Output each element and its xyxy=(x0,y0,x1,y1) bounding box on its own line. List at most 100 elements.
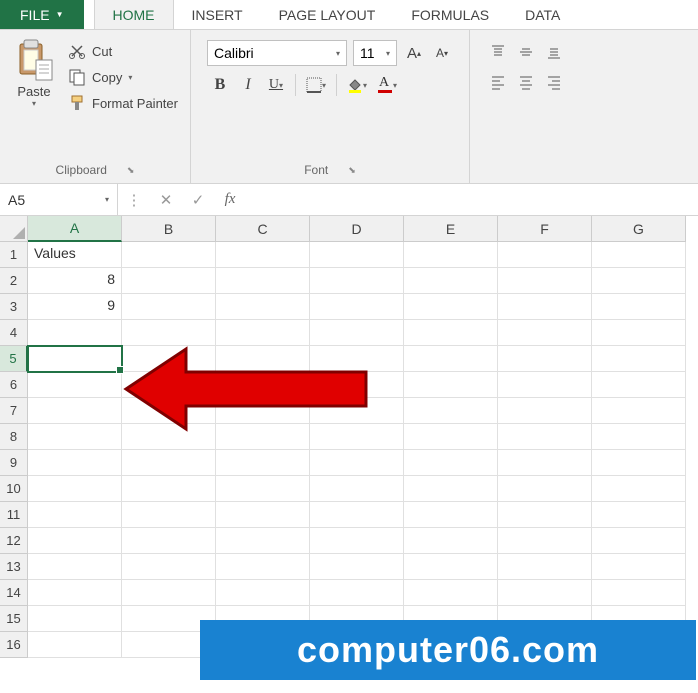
cell-a3[interactable]: 9 xyxy=(28,294,122,320)
borders-button[interactable]: ▾ xyxy=(302,72,330,98)
tab-home[interactable]: HOME xyxy=(94,0,174,29)
cell[interactable] xyxy=(216,268,310,294)
cell[interactable] xyxy=(216,242,310,268)
cell[interactable] xyxy=(310,372,404,398)
cell[interactable] xyxy=(216,294,310,320)
cell[interactable] xyxy=(28,398,122,424)
cell[interactable] xyxy=(216,502,310,528)
row-header[interactable]: 16 xyxy=(0,632,28,658)
font-color-button[interactable]: A ▾ xyxy=(373,72,401,98)
paste-button[interactable]: Paste ▾ xyxy=(8,34,64,161)
fill-color-button[interactable]: ▾ xyxy=(343,72,371,98)
formula-input[interactable] xyxy=(246,184,698,215)
cell[interactable] xyxy=(404,372,498,398)
font-name-combo[interactable]: Calibri ▾ xyxy=(207,40,347,66)
select-all-button[interactable] xyxy=(0,216,28,242)
bold-button[interactable]: B xyxy=(207,72,233,98)
cell[interactable] xyxy=(498,398,592,424)
cell[interactable] xyxy=(498,268,592,294)
cell[interactable] xyxy=(28,372,122,398)
align-center-button[interactable] xyxy=(514,70,538,94)
cell[interactable] xyxy=(404,268,498,294)
cell[interactable] xyxy=(404,294,498,320)
cancel-edit-button[interactable]: ✕ xyxy=(150,184,182,215)
format-painter-button[interactable]: Format Painter xyxy=(64,92,182,114)
copy-button[interactable]: Copy ▾ xyxy=(64,66,182,88)
increase-font-button[interactable]: A▴ xyxy=(403,40,425,66)
cell[interactable] xyxy=(28,528,122,554)
cell[interactable] xyxy=(122,268,216,294)
cell[interactable] xyxy=(592,398,686,424)
cell[interactable] xyxy=(404,528,498,554)
cell[interactable] xyxy=(498,476,592,502)
cell[interactable] xyxy=(310,320,404,346)
cell[interactable] xyxy=(498,346,592,372)
col-header-f[interactable]: F xyxy=(498,216,592,242)
col-header-g[interactable]: G xyxy=(592,216,686,242)
row-header[interactable]: 14 xyxy=(0,580,28,606)
row-header[interactable]: 2 xyxy=(0,268,28,294)
cell[interactable] xyxy=(592,580,686,606)
cell[interactable] xyxy=(216,372,310,398)
cell[interactable] xyxy=(122,528,216,554)
cell[interactable] xyxy=(498,372,592,398)
cell[interactable] xyxy=(404,502,498,528)
cell[interactable] xyxy=(498,294,592,320)
row-header[interactable]: 10 xyxy=(0,476,28,502)
cell[interactable] xyxy=(28,580,122,606)
cell[interactable] xyxy=(216,580,310,606)
cell[interactable] xyxy=(498,502,592,528)
row-header[interactable]: 11 xyxy=(0,502,28,528)
row-header[interactable]: 6 xyxy=(0,372,28,398)
cell[interactable] xyxy=(216,450,310,476)
cell[interactable] xyxy=(216,346,310,372)
cell[interactable] xyxy=(498,320,592,346)
cell[interactable] xyxy=(404,580,498,606)
cell[interactable] xyxy=(592,346,686,372)
insert-function-button[interactable]: fx xyxy=(214,184,246,215)
tab-file[interactable]: FILE ▼ xyxy=(0,0,84,29)
cell[interactable] xyxy=(592,528,686,554)
font-size-combo[interactable]: 11 ▾ xyxy=(353,40,397,66)
name-box[interactable]: A5 ▾ xyxy=(0,184,118,215)
cell[interactable] xyxy=(498,242,592,268)
col-header-e[interactable]: E xyxy=(404,216,498,242)
cell[interactable] xyxy=(122,424,216,450)
cell[interactable] xyxy=(28,502,122,528)
col-header-c[interactable]: C xyxy=(216,216,310,242)
cell[interactable] xyxy=(404,554,498,580)
row-header[interactable]: 15 xyxy=(0,606,28,632)
col-header-a[interactable]: A xyxy=(28,216,122,242)
confirm-edit-button[interactable]: ✓ xyxy=(182,184,214,215)
align-left-button[interactable] xyxy=(486,70,510,94)
cell[interactable] xyxy=(592,476,686,502)
font-launcher[interactable]: ⬊ xyxy=(348,165,356,176)
cell[interactable] xyxy=(310,450,404,476)
tab-formulas[interactable]: FORMULAS xyxy=(393,0,507,29)
cell[interactable] xyxy=(28,632,122,658)
align-top-button[interactable] xyxy=(486,40,510,64)
cell[interactable] xyxy=(310,346,404,372)
cell[interactable] xyxy=(498,424,592,450)
cell[interactable] xyxy=(404,398,498,424)
cell[interactable] xyxy=(592,424,686,450)
italic-button[interactable]: I xyxy=(235,72,261,98)
cell[interactable] xyxy=(592,450,686,476)
cell[interactable] xyxy=(216,554,310,580)
cell[interactable] xyxy=(404,242,498,268)
cell[interactable] xyxy=(498,528,592,554)
cell[interactable] xyxy=(310,424,404,450)
cell[interactable] xyxy=(216,398,310,424)
cell[interactable] xyxy=(404,476,498,502)
align-middle-button[interactable] xyxy=(514,40,538,64)
cell[interactable] xyxy=(122,372,216,398)
cell[interactable] xyxy=(592,372,686,398)
cell[interactable] xyxy=(404,346,498,372)
col-header-d[interactable]: D xyxy=(310,216,404,242)
row-header[interactable]: 5 xyxy=(0,346,28,372)
row-header[interactable]: 3 xyxy=(0,294,28,320)
cell[interactable] xyxy=(498,580,592,606)
decrease-font-button[interactable]: A▾ xyxy=(431,40,453,66)
align-bottom-button[interactable] xyxy=(542,40,566,64)
cell[interactable] xyxy=(498,554,592,580)
